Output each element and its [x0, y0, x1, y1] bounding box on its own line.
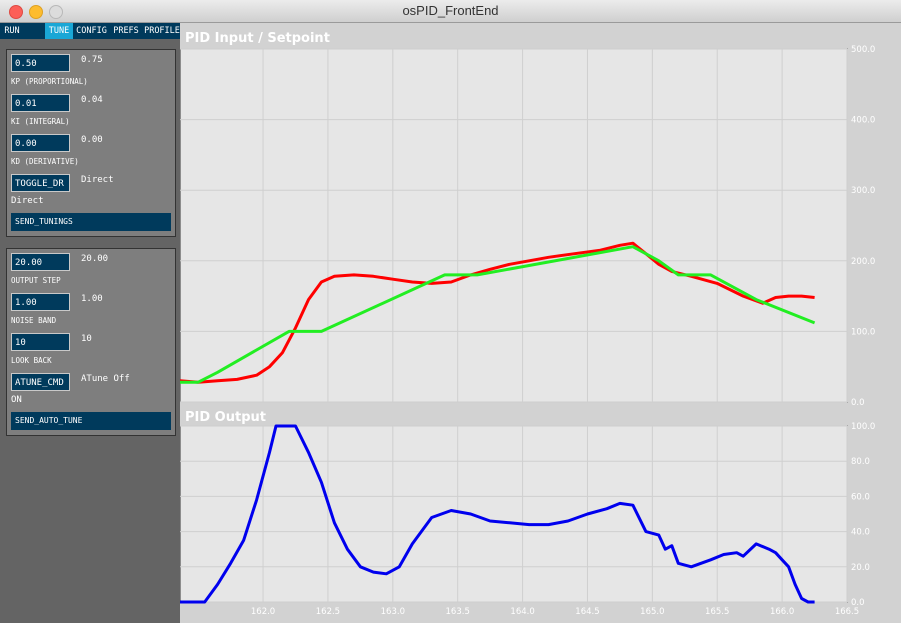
output-plot-area — [180, 425, 848, 603]
charts-svg: PID Input / Setpoint 500.0 400.0 300.0 2… — [180, 31, 875, 617]
x-tick: 166.0 — [770, 607, 794, 617]
x-tick: 162.5 — [316, 607, 340, 617]
output-y-tick: 60.0 — [851, 492, 870, 502]
input-y-tick: 400.0 — [851, 116, 875, 126]
x-tick: 164.0 — [510, 607, 534, 617]
output-chart: PID Output 100.0 80.0 60.0 40.0 20.0 0.0… — [180, 410, 875, 617]
output-step-current: 20.00 — [81, 254, 109, 264]
atune-value: ON — [11, 395, 22, 405]
input-y-ticks: 500.0 400.0 300.0 200.0 100.0 0.0 — [851, 45, 875, 408]
input-y-tick: 0.0 — [851, 398, 865, 408]
output-y-tick: 20.0 — [851, 563, 870, 573]
tunings-group: 0.50 0.75 KP (PROPORTIONAL) 0.01 0.04 KI… — [6, 49, 176, 237]
noise-band-input[interactable]: 1.00 — [11, 293, 70, 311]
tab-run[interactable]: RUN — [0, 23, 24, 39]
output-y-tick: 100.0 — [851, 422, 875, 432]
x-tick: 163.5 — [446, 607, 470, 617]
output-y-tick: 40.0 — [851, 528, 870, 538]
send-tunings-button[interactable]: SEND_TUNINGS — [11, 213, 171, 231]
chart-area: PID Input / Setpoint 500.0 400.0 300.0 2… — [180, 23, 901, 623]
noise-band-label: NOISE BAND — [11, 316, 57, 325]
tab-prefs[interactable]: PREFS — [110, 23, 142, 39]
input-chart-title: PID Input / Setpoint — [185, 31, 330, 46]
window-title: osPID_FrontEnd — [402, 3, 499, 18]
input-plot-area — [180, 48, 848, 403]
send-auto-tune-button[interactable]: SEND_AUTO_TUNE — [11, 412, 171, 430]
input-y-tick: 100.0 — [851, 327, 875, 337]
x-tick: 166.5 — [835, 607, 859, 617]
autotune-group: 20.00 20.00 OUTPUT STEP 1.00 1.00 NOISE … — [6, 248, 176, 436]
noise-band-current: 1.00 — [81, 294, 103, 304]
kp-label: KP (PROPORTIONAL) — [11, 77, 88, 86]
output-step-label: OUTPUT STEP — [11, 276, 61, 285]
ki-current: 0.04 — [81, 95, 103, 105]
x-tick: 164.5 — [575, 607, 599, 617]
atune-cmd-button[interactable]: ATUNE_CMD — [11, 373, 70, 391]
x-tick: 162.0 — [251, 607, 275, 617]
output-step-input[interactable]: 20.00 — [11, 253, 70, 271]
input-y-tick: 300.0 — [851, 186, 875, 196]
title-bar: osPID_FrontEnd — [0, 0, 901, 23]
input-y-tick: 500.0 — [851, 45, 875, 55]
direction-value: Direct — [11, 196, 44, 206]
x-tick: 165.0 — [640, 607, 664, 617]
output-x-ticks: 162.0 162.5 163.0 163.5 164.0 164.5 165.… — [251, 607, 859, 617]
ki-input[interactable]: 0.01 — [11, 94, 70, 112]
tab-profile[interactable]: PROFILE — [144, 23, 180, 39]
sidebar: RUN TUNE CONFIG PREFS PROFILE 0.50 0.75 … — [0, 23, 180, 623]
x-tick: 165.5 — [705, 607, 729, 617]
kp-current: 0.75 — [81, 55, 103, 65]
tab-config[interactable]: CONFIG — [75, 23, 108, 39]
output-y-ticks: 100.0 80.0 60.0 40.0 20.0 0.0 — [851, 422, 875, 608]
output-y-tick: 80.0 — [851, 457, 870, 467]
kd-label: KD (DERIVATIVE) — [11, 157, 79, 166]
atune-current: ATune Off — [81, 374, 130, 384]
x-tick: 163.0 — [381, 607, 405, 617]
look-back-label: LOOK BACK — [11, 356, 52, 365]
output-chart-title: PID Output — [185, 410, 266, 425]
kp-input[interactable]: 0.50 — [11, 54, 70, 72]
kd-input[interactable]: 0.00 — [11, 134, 70, 152]
input-setpoint-chart: PID Input / Setpoint 500.0 400.0 300.0 2… — [180, 31, 875, 408]
kd-current: 0.00 — [81, 135, 103, 145]
input-y-tick: 200.0 — [851, 257, 875, 267]
toggle-direction-button[interactable]: TOGGLE_DR — [11, 174, 70, 192]
look-back-input[interactable]: 10 — [11, 333, 70, 351]
tab-bar: RUN TUNE CONFIG PREFS PROFILE — [0, 23, 180, 39]
tab-tune[interactable]: TUNE — [45, 23, 73, 39]
look-back-current: 10 — [81, 334, 92, 344]
direction-current: Direct — [81, 175, 114, 185]
ki-label: KI (INTEGRAL) — [11, 117, 70, 126]
